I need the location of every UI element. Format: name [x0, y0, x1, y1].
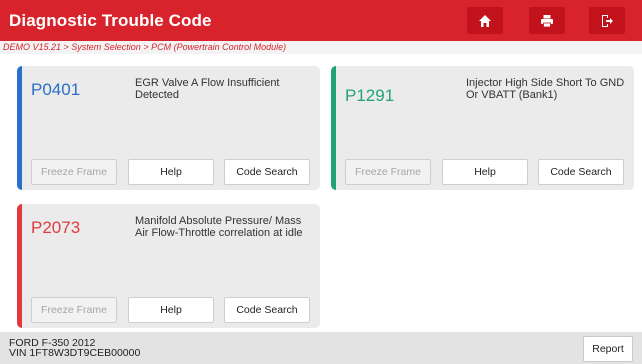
help-button[interactable]: Help [442, 159, 528, 185]
code-search-button[interactable]: Code Search [538, 159, 624, 185]
freeze-frame-button[interactable]: Freeze Frame [31, 297, 117, 323]
home-icon [479, 14, 491, 27]
vehicle-vin: VIN 1FT8W3DT9CEB00000 [9, 347, 141, 359]
dtc-description: EGR Valve A Flow Insufficient Detected [135, 77, 280, 101]
print-button[interactable] [529, 7, 565, 34]
severity-stripe [17, 66, 22, 190]
status-footer: FORD F-350 2012 VIN 1FT8W3DT9CEB00000 Re… [0, 332, 642, 364]
severity-stripe [17, 204, 22, 328]
dtc-card: P1291 Injector High Side Short To GND Or… [331, 66, 634, 190]
vehicle-info: FORD F-350 2012 VIN 1FT8W3DT9CEB00000 [9, 338, 141, 359]
freeze-frame-button[interactable]: Freeze Frame [31, 159, 117, 185]
dtc-description: Manifold Absolute Pressure/ Mass Air Flo… [135, 215, 303, 239]
dtc-description: Injector High Side Short To GND Or VBATT… [466, 77, 625, 101]
home-button[interactable] [467, 7, 503, 34]
dtc-list: P0401 EGR Valve A Flow Insufficient Dete… [0, 54, 642, 332]
title-bar: Diagnostic Trouble Code [0, 0, 642, 41]
dtc-card: P2073 Manifold Absolute Pressure/ Mass A… [17, 204, 320, 328]
dtc-code: P0401 [31, 80, 81, 99]
page-title: Diagnostic Trouble Code [9, 11, 212, 30]
help-button[interactable]: Help [128, 297, 214, 323]
breadcrumb: DEMO V15.21 > System Selection > PCM (Po… [0, 41, 642, 54]
printer-icon [541, 14, 553, 27]
code-search-button[interactable]: Code Search [224, 159, 310, 185]
code-search-button[interactable]: Code Search [224, 297, 310, 323]
help-button[interactable]: Help [128, 159, 214, 185]
dtc-code: P1291 [345, 86, 395, 105]
dtc-code: P2073 [31, 218, 81, 237]
dtc-card: P0401 EGR Valve A Flow Insufficient Dete… [17, 66, 320, 190]
exit-button[interactable] [589, 7, 625, 34]
freeze-frame-button[interactable]: Freeze Frame [345, 159, 431, 185]
exit-icon [602, 14, 613, 27]
report-button[interactable]: Report [583, 336, 633, 362]
severity-stripe [331, 66, 336, 190]
